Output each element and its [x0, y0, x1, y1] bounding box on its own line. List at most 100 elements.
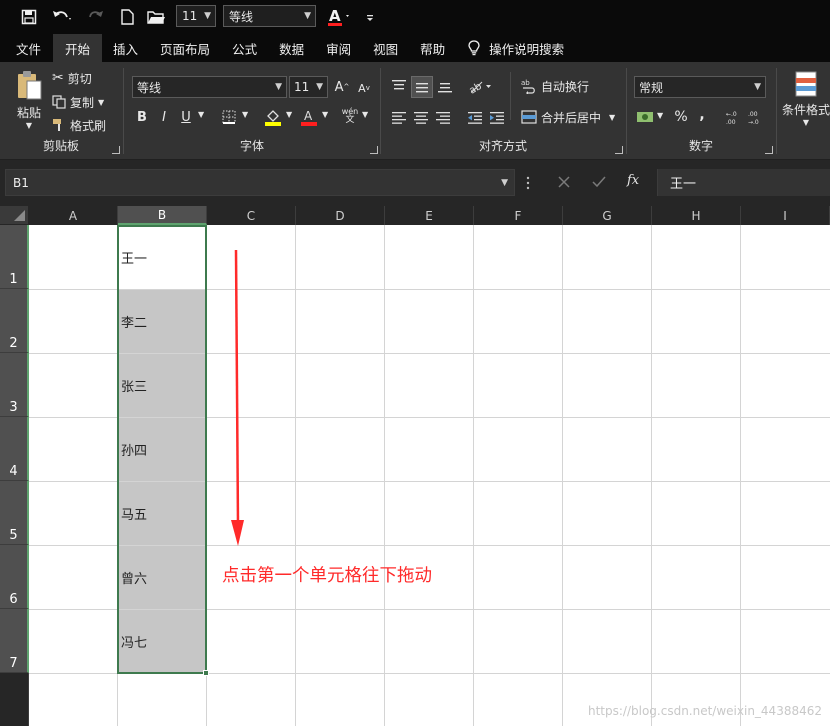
chevron-down-icon[interactable]: ▼ — [657, 111, 663, 120]
tab-help[interactable]: 帮助 — [409, 34, 456, 62]
orientation-icon[interactable]: ab — [467, 76, 495, 96]
cell-b1[interactable]: 王一 — [118, 225, 206, 289]
tab-insert[interactable]: 插入 — [102, 34, 149, 62]
comma-style-button[interactable]: , — [695, 106, 709, 124]
phonetic-guide-button[interactable]: wén 文 — [338, 105, 362, 127]
paste-button[interactable]: 粘贴 ▼ — [10, 68, 48, 132]
number-format-select[interactable]: 常规 ▼ — [634, 76, 766, 98]
cell-b2[interactable]: 李二 — [118, 289, 206, 353]
select-all-corner[interactable] — [0, 206, 29, 225]
cancel-icon[interactable] — [557, 175, 571, 189]
row-header-8[interactable] — [0, 673, 29, 726]
format-painter-button[interactable]: 格式刷 — [52, 116, 106, 134]
fill-handle[interactable] — [203, 670, 209, 676]
tab-data[interactable]: 数据 — [268, 34, 315, 62]
save-icon[interactable] — [18, 5, 40, 29]
qat-font-name-value: 等线 — [229, 9, 254, 24]
cell-b3[interactable]: 张三 — [118, 353, 206, 417]
tab-home[interactable]: 开始 — [53, 34, 103, 62]
gridline — [29, 481, 830, 482]
column-header-i[interactable]: I — [741, 206, 830, 225]
chevron-down-icon[interactable]: ▼ — [322, 110, 328, 119]
column-header-a[interactable]: A — [29, 206, 118, 225]
dialog-launcher-icon[interactable] — [112, 146, 120, 154]
align-right-icon[interactable] — [433, 107, 453, 127]
gridline — [29, 609, 830, 610]
tab-file[interactable]: 文件 — [0, 34, 53, 62]
decrease-font-size-icon[interactable]: Av — [356, 80, 372, 96]
increase-font-size-icon[interactable]: A ^ — [334, 78, 350, 96]
customize-toolbar-icon[interactable] — [364, 6, 376, 30]
open-folder-icon[interactable] — [146, 5, 166, 29]
row-header-2[interactable]: 2 — [0, 289, 29, 353]
accounting-format-icon[interactable] — [635, 108, 655, 126]
enter-check-icon[interactable] — [592, 175, 606, 189]
dialog-launcher-icon[interactable] — [765, 146, 773, 154]
column-header-e[interactable]: E — [385, 206, 474, 225]
column-header-b[interactable]: B — [118, 206, 207, 225]
chevron-down-icon[interactable]: ▼ — [242, 110, 248, 119]
formula-bar: B1 ▼ fx 王一 — [0, 160, 830, 206]
copy-button[interactable]: 复制 ▼ — [52, 93, 104, 111]
column-header-h[interactable]: H — [652, 206, 741, 225]
chevron-down-icon[interactable]: ▼ — [362, 110, 368, 119]
undo-icon[interactable] — [49, 5, 75, 29]
row-header-6[interactable]: 6 — [0, 545, 29, 609]
qat-font-size-select[interactable]: 11 ▼ — [176, 5, 216, 27]
top-align-icon[interactable] — [389, 76, 409, 96]
redo-icon[interactable] — [85, 5, 111, 29]
column-header-f[interactable]: F — [474, 206, 563, 225]
tab-review[interactable]: 审阅 — [315, 34, 362, 62]
formula-bar-grip-icon[interactable] — [526, 175, 530, 191]
column-label: G — [602, 208, 612, 223]
decrease-decimal-icon[interactable]: .00 →.0 — [745, 108, 765, 126]
underline-button[interactable]: U — [178, 108, 194, 126]
gridline — [740, 225, 741, 726]
italic-button[interactable]: I — [156, 108, 172, 126]
tab-formulas[interactable]: 公式 — [221, 34, 268, 62]
font-color-icon[interactable]: A — [300, 107, 318, 127]
middle-align-icon[interactable] — [411, 76, 433, 98]
column-header-c[interactable]: C — [207, 206, 296, 225]
cut-button[interactable]: ✂ 剪切 — [52, 69, 92, 87]
tab-page-layout[interactable]: 页面布局 — [149, 34, 221, 62]
cell-b7[interactable]: 冯七 — [118, 609, 206, 673]
align-center-icon[interactable] — [411, 107, 431, 127]
conditional-format-button[interactable]: 条件格式 ▼ — [782, 70, 830, 134]
row-header-4[interactable]: 4 — [0, 417, 29, 481]
new-document-icon[interactable] — [119, 5, 135, 29]
borders-icon[interactable] — [220, 108, 238, 126]
column-header-d[interactable]: D — [296, 206, 385, 225]
formula-input[interactable]: 王一 — [657, 169, 830, 196]
insert-function-button[interactable]: fx — [627, 173, 645, 191]
row-header-5[interactable]: 5 — [0, 481, 29, 545]
bold-button[interactable]: B — [134, 108, 150, 126]
increase-indent-icon[interactable] — [487, 107, 507, 127]
fill-color-icon[interactable] — [264, 107, 282, 127]
row-header-1[interactable]: 1 — [0, 225, 29, 289]
name-box[interactable]: B1 ▼ — [5, 169, 515, 196]
font-size-select[interactable]: 11 ▼ — [289, 76, 328, 98]
qat-font-name-select[interactable]: 等线 ▼ — [223, 5, 316, 27]
align-left-icon[interactable] — [389, 107, 409, 127]
dialog-launcher-icon[interactable] — [370, 146, 378, 154]
column-header-g[interactable]: G — [563, 206, 652, 225]
percent-style-button[interactable]: % — [673, 108, 689, 126]
tell-me-search[interactable]: 操作说明搜索 — [456, 34, 575, 62]
chevron-down-icon[interactable]: ▼ — [198, 110, 204, 119]
row-header-7[interactable]: 7 — [0, 609, 29, 673]
cell-b6[interactable]: 曾六 — [118, 545, 206, 609]
dialog-launcher-icon[interactable] — [615, 146, 623, 154]
font-name-select[interactable]: 等线 ▼ — [132, 76, 287, 98]
bottom-align-icon[interactable] — [435, 76, 455, 96]
merge-center-button[interactable]: 合并后居中 ▼ — [521, 107, 615, 127]
increase-decimal-icon[interactable]: ←.0.00 — [723, 108, 743, 126]
decrease-indent-icon[interactable] — [465, 107, 485, 127]
cell-b4[interactable]: 孙四 — [118, 417, 206, 481]
row-header-3[interactable]: 3 — [0, 353, 29, 417]
wrap-text-button[interactable]: ab 自动换行 — [521, 76, 589, 96]
chevron-down-icon[interactable]: ▼ — [286, 110, 292, 119]
tab-view[interactable]: 视图 — [362, 34, 409, 62]
font-color-icon[interactable]: A — [326, 5, 354, 29]
cell-b5[interactable]: 马五 — [118, 481, 206, 545]
